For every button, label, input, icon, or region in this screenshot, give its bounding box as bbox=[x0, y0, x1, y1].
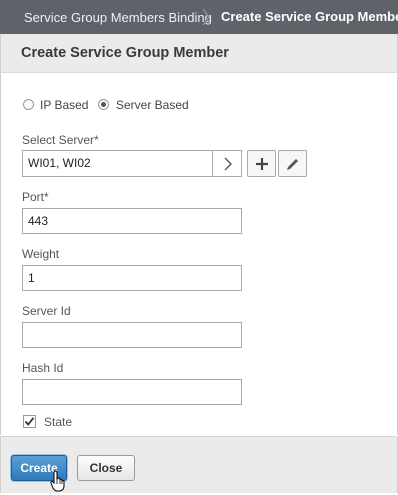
radio-ip-based-label[interactable]: IP Based bbox=[40, 98, 88, 112]
radio-server-based[interactable] bbox=[98, 99, 109, 110]
edit-server-button[interactable] bbox=[278, 150, 307, 177]
breadcrumb: Service Group Members Binding Create Ser… bbox=[0, 0, 398, 34]
state-checkbox[interactable] bbox=[23, 415, 36, 428]
weight-label: Weight bbox=[22, 247, 60, 261]
dialog-header: Create Service Group Member bbox=[0, 34, 398, 73]
server-id-label: Server Id bbox=[22, 304, 71, 318]
add-server-button[interactable] bbox=[247, 150, 276, 177]
radio-server-based-label[interactable]: Server Based bbox=[116, 98, 189, 112]
pencil-icon bbox=[285, 156, 301, 175]
port-label: Port* bbox=[22, 190, 49, 204]
breadcrumb-parent-link[interactable]: Service Group Members Binding bbox=[24, 10, 212, 25]
hand-pointer-icon bbox=[50, 470, 68, 495]
chevron-right-icon bbox=[222, 156, 234, 175]
select-server-field[interactable]: WI01, WI02 bbox=[22, 150, 213, 177]
server-id-field[interactable] bbox=[22, 322, 242, 348]
radio-ip-based[interactable] bbox=[23, 99, 34, 110]
hash-id-label: Hash Id bbox=[22, 361, 64, 375]
dialog-title: Create Service Group Member bbox=[21, 45, 229, 61]
close-button[interactable]: Close bbox=[77, 455, 135, 481]
port-field[interactable]: 443 bbox=[22, 208, 242, 234]
state-label[interactable]: State bbox=[44, 415, 72, 429]
select-server-label: Select Server* bbox=[22, 133, 99, 147]
plus-icon bbox=[255, 157, 269, 174]
weight-field[interactable]: 1 bbox=[22, 265, 242, 291]
breadcrumb-current: Create Service Group Member bbox=[221, 9, 398, 24]
hash-id-field[interactable] bbox=[22, 379, 242, 405]
select-server-open-button[interactable] bbox=[212, 150, 242, 177]
chevron-right-icon bbox=[200, 5, 212, 32]
